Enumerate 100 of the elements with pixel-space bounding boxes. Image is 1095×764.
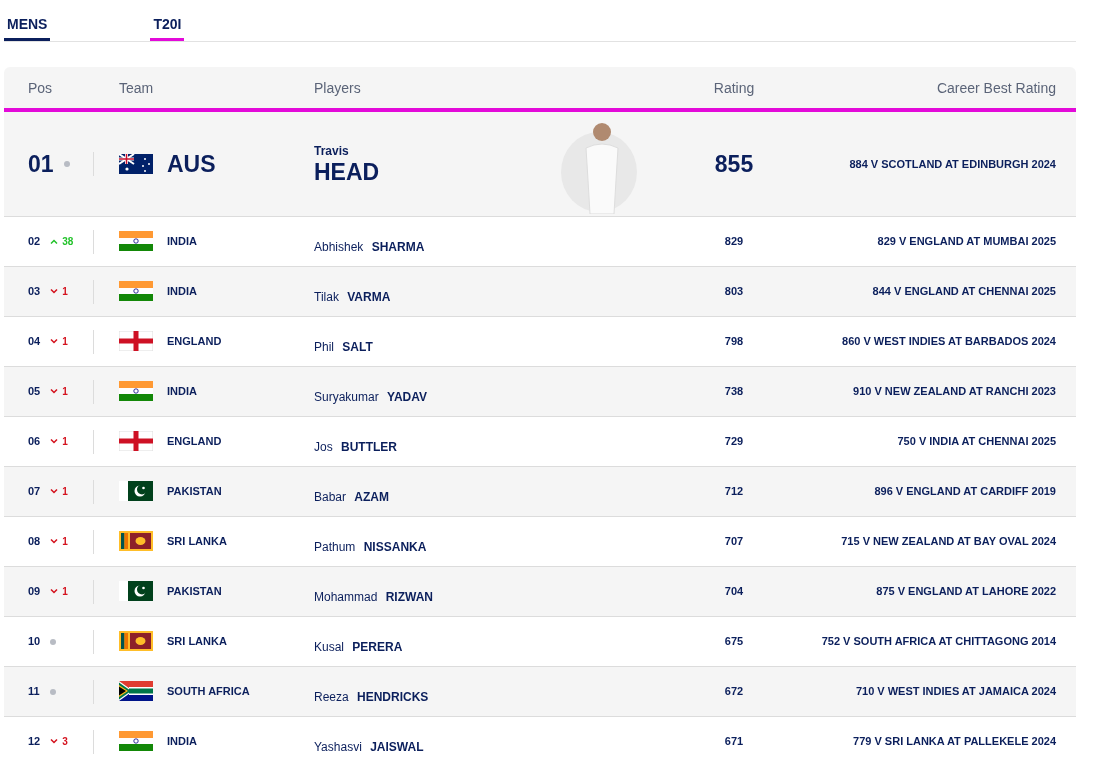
position-number: 05 <box>28 384 41 400</box>
team-name: INDIA <box>167 733 197 749</box>
flag-icon <box>119 731 153 751</box>
rating-value: 707 <box>723 534 745 550</box>
flag-icon <box>119 681 153 701</box>
chevron-up-icon <box>50 239 59 244</box>
movement-count: 1 <box>62 335 68 349</box>
chevron-down-icon <box>50 589 59 594</box>
position-number: 01 <box>28 149 54 179</box>
no-change-dot <box>63 161 70 167</box>
player-name: Pathum NISSANKA <box>314 538 428 556</box>
flag-icon <box>119 381 153 401</box>
flag-icon <box>119 331 153 351</box>
flag-icon <box>119 154 153 174</box>
team-name: INDIA <box>167 283 197 299</box>
player-name: Kusal PERERA <box>314 638 404 656</box>
position-number: 07 <box>28 484 41 500</box>
movement-count: 1 <box>62 435 68 449</box>
team-name: SRI LANKA <box>167 533 227 549</box>
career-best-rating: 860 V WEST INDIES AT BARBADOS 2024 <box>841 334 1057 350</box>
column-header: Players <box>314 79 362 98</box>
team-name: ENGLAND <box>167 333 222 349</box>
career-best-rating: 910 V NEW ZEALAND AT RANCHI 2023 <box>852 384 1057 400</box>
chevron-down-icon <box>50 339 59 344</box>
rating-value: 675 <box>723 634 745 650</box>
chevron-down-icon <box>50 539 59 544</box>
player-first-name: Travis <box>314 143 350 161</box>
position-number: 10 <box>28 634 41 650</box>
movement-count: 1 <box>62 285 68 299</box>
rating-value: 738 <box>723 384 745 400</box>
flag-icon <box>119 481 153 501</box>
player-name: Phil SALT <box>314 338 374 356</box>
career-best-rating: 844 V ENGLAND AT CHENNAI 2025 <box>871 284 1057 300</box>
flag-icon <box>119 631 153 651</box>
rating-value: 704 <box>723 584 745 600</box>
career-best-rating: 715 V NEW ZEALAND AT BAY OVAL 2024 <box>840 534 1057 550</box>
movement-count: 1 <box>62 385 68 399</box>
player-name: Tilak VARMA <box>314 288 392 306</box>
career-best-rating: 752 V SOUTH AFRICA AT CHITTAGONG 2014 <box>820 634 1057 650</box>
column-header: Pos <box>27 79 54 98</box>
position-number: 09 <box>28 584 41 600</box>
chevron-down-icon <box>50 439 59 444</box>
rating-value: 712 <box>723 484 745 500</box>
position-number: 02 <box>28 234 41 250</box>
rating-value: 798 <box>723 334 745 350</box>
player-name: Mohammad RIZWAN <box>314 588 435 606</box>
flag-icon <box>119 431 153 451</box>
player-name: Jos BUTTLER <box>314 438 398 456</box>
movement-count: 3 <box>62 735 68 749</box>
position-number: 12 <box>28 734 41 750</box>
career-best-rating: 884 V SCOTLAND AT EDINBURGH 2024 <box>848 156 1057 172</box>
flag-icon <box>119 531 153 551</box>
player-name: Reeza HENDRICKS <box>314 688 430 706</box>
movement-count: 1 <box>62 485 68 499</box>
team-name: INDIA <box>167 383 197 399</box>
rating-value: 672 <box>723 684 745 700</box>
position-number: 04 <box>28 334 41 350</box>
team-name: SRI LANKA <box>167 633 227 649</box>
career-best-rating: 896 V ENGLAND AT CARDIFF 2019 <box>873 484 1057 500</box>
column-header: Rating <box>712 79 756 98</box>
movement-count: 1 <box>62 535 68 549</box>
career-best-rating: 710 V WEST INDIES AT JAMAICA 2024 <box>854 684 1057 700</box>
player-name: Suryakumar YADAV <box>314 388 429 406</box>
team-name: PAKISTAN <box>167 583 222 599</box>
filter-dropdown[interactable]: MENS <box>4 0 51 41</box>
career-best-rating: 779 V SRI LANKA AT PALLEKELE 2024 <box>852 734 1057 750</box>
team-name: PAKISTAN <box>167 483 222 499</box>
position-number: 03 <box>28 284 41 300</box>
career-best-rating: 875 V ENGLAND AT LAHORE 2022 <box>875 584 1057 600</box>
player-name: Yashasvi JAISWAL <box>314 738 425 756</box>
rating-value: 803 <box>723 284 745 300</box>
position-number: 11 <box>28 684 40 700</box>
chevron-down-icon <box>50 489 59 494</box>
movement-count: 1 <box>62 585 68 599</box>
career-best-rating: 829 V ENGLAND AT MUMBAI 2025 <box>876 234 1057 250</box>
no-change-dot <box>50 638 57 645</box>
team-name: SOUTH AFRICA <box>167 683 250 699</box>
flag-icon <box>119 231 153 251</box>
team-name: ENGLAND <box>167 433 222 449</box>
column-header: Career Best Rating <box>935 79 1057 98</box>
rating-value: 729 <box>723 434 745 450</box>
flag-icon <box>119 581 153 601</box>
position-number: 08 <box>28 534 41 550</box>
no-change-dot <box>49 688 56 695</box>
filter-dropdown[interactable]: T20I <box>150 0 185 41</box>
player-name: Abhishek SHARMA <box>314 238 426 256</box>
movement-count: 38 <box>62 235 74 249</box>
column-header: Team <box>118 79 155 98</box>
rating-value: 855 <box>713 149 755 179</box>
flag-icon <box>119 281 153 301</box>
team-name: INDIA <box>167 233 197 249</box>
chevron-down-icon <box>50 739 59 744</box>
position-number: 06 <box>28 434 41 450</box>
chevron-down-icon <box>50 289 59 294</box>
career-best-rating: 750 V INDIA AT CHENNAI 2025 <box>896 434 1057 450</box>
rating-value: 829 <box>723 234 745 250</box>
team-name: AUS <box>167 149 216 179</box>
rating-value: 671 <box>723 734 745 750</box>
chevron-down-icon <box>50 389 59 394</box>
player-last-name: HEAD <box>314 160 380 186</box>
